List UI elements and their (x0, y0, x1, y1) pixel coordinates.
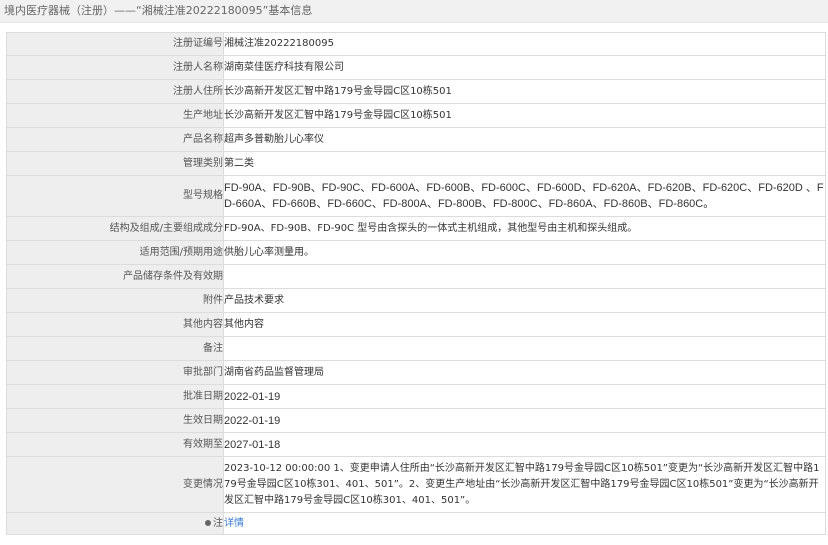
field-value-change-history: 2023-10-12 00:00:00 1、变更申请人住所由“长沙高新开发区汇智… (223, 456, 826, 513)
table-row: 注册人名称 湖南菜佳医疗科技有限公司 (6, 55, 826, 80)
field-label-registrant-name: 注册人名称 (6, 55, 224, 80)
field-label-approval-date: 批准日期 (6, 384, 224, 409)
field-value-storage-validity (223, 264, 826, 289)
table-row: 注册人住所 长沙高新开发区汇智中路179号金导园C区10栋501 (6, 79, 826, 104)
field-label-structure-composition: 结构及组成/主要组成成分 (6, 216, 224, 241)
field-label-production-address: 生产地址 (6, 103, 224, 128)
page-title: 境内医疗器械（注册）——“湘械注准20222180095”基本信息 (4, 4, 313, 17)
field-value-registration-number: 湘械注准20222180095 (223, 32, 826, 56)
field-value-remarks (223, 336, 826, 361)
field-label-management-category: 管理类别 (6, 151, 224, 176)
field-label-note: 注 (6, 512, 224, 535)
field-value-registrant-address: 长沙高新开发区汇智中路179号金导园C区10栋501 (223, 79, 826, 104)
table-row: 其他内容 其他内容 (6, 312, 826, 337)
table-row: 注 详情 (6, 512, 826, 535)
note-label-text: 注 (213, 517, 223, 529)
field-value-structure-composition: FD-90A、FD-90B、FD-90C 型号由含探头的一体式主机组成，其他型号… (223, 216, 826, 241)
field-value-approval-date: 2022-01-19 (223, 384, 826, 409)
table-row: 注册证编号 湘械注准20222180095 (6, 32, 826, 56)
field-value-effective-date: 2022-01-19 (223, 408, 826, 433)
field-label-registrant-address: 注册人住所 (6, 79, 224, 104)
field-value-management-category: 第二类 (223, 151, 826, 176)
field-value-production-address: 长沙高新开发区汇智中路179号金导园C区10栋501 (223, 103, 826, 128)
field-value-valid-until: 2027-01-18 (223, 432, 826, 457)
field-value-product-name: 超声多普勒胎儿心率仪 (223, 127, 826, 152)
field-value-intended-use: 供胎儿心率测量用。 (223, 240, 826, 265)
table-row: 有效期至 2027-01-18 (6, 432, 826, 457)
table-row: 审批部门 湖南省药品监督管理局 (6, 360, 826, 385)
field-value-other-content: 其他内容 (223, 312, 826, 337)
field-value-approval-department: 湖南省药品监督管理局 (223, 360, 826, 385)
table-row: 批准日期 2022-01-19 (6, 384, 826, 409)
field-value-attachments: 产品技术要求 (223, 288, 826, 313)
field-label-valid-until: 有效期至 (6, 432, 224, 457)
field-label-product-name: 产品名称 (6, 127, 224, 152)
table-row: 备注 (6, 336, 826, 361)
field-label-effective-date: 生效日期 (6, 408, 224, 433)
table-row: 变更情况 2023-10-12 00:00:00 1、变更申请人住所由“长沙高新… (6, 456, 826, 513)
field-label-approval-department: 审批部门 (6, 360, 224, 385)
table-row: 结构及组成/主要组成成分 FD-90A、FD-90B、FD-90C 型号由含探头… (6, 216, 826, 241)
field-label-registration-number: 注册证编号 (6, 32, 224, 56)
field-value-registrant-name: 湖南菜佳医疗科技有限公司 (223, 55, 826, 80)
details-link[interactable]: 详情 (225, 518, 245, 529)
field-label-other-content: 其他内容 (6, 312, 224, 337)
field-label-storage-validity: 产品储存条件及有效期 (6, 264, 224, 289)
field-value-details: 详情 (223, 512, 826, 535)
table-row: 型号规格 FD-90A、FD-90B、FD-90C、FD-600A、FD-600… (6, 175, 826, 217)
field-label-intended-use: 适用范围/预期用途 (6, 240, 224, 265)
location-pin-icon (205, 519, 211, 526)
field-value-model-spec: FD-90A、FD-90B、FD-90C、FD-600A、FD-600B、FD-… (223, 175, 826, 217)
table-row: 生产地址 长沙高新开发区汇智中路179号金导园C区10栋501 (6, 103, 826, 128)
table-row: 生效日期 2022-01-19 (6, 408, 826, 433)
table-row: 适用范围/预期用途 供胎儿心率测量用。 (6, 240, 826, 265)
table-row: 管理类别 第二类 (6, 151, 826, 176)
registration-info-table: 注册证编号 湘械注准20222180095 注册人名称 湖南菜佳医疗科技有限公司… (6, 32, 826, 535)
page-header: 境内医疗器械（注册）——“湘械注准20222180095”基本信息 (0, 0, 828, 23)
table-row: 产品储存条件及有效期 (6, 264, 826, 289)
field-label-model-spec: 型号规格 (6, 175, 224, 217)
field-label-change-history: 变更情况 (6, 456, 224, 513)
table-row: 附件 产品技术要求 (6, 288, 826, 313)
table-row: 产品名称 超声多普勒胎儿心率仪 (6, 127, 826, 152)
field-label-attachments: 附件 (6, 288, 224, 313)
field-label-remarks: 备注 (6, 336, 224, 361)
